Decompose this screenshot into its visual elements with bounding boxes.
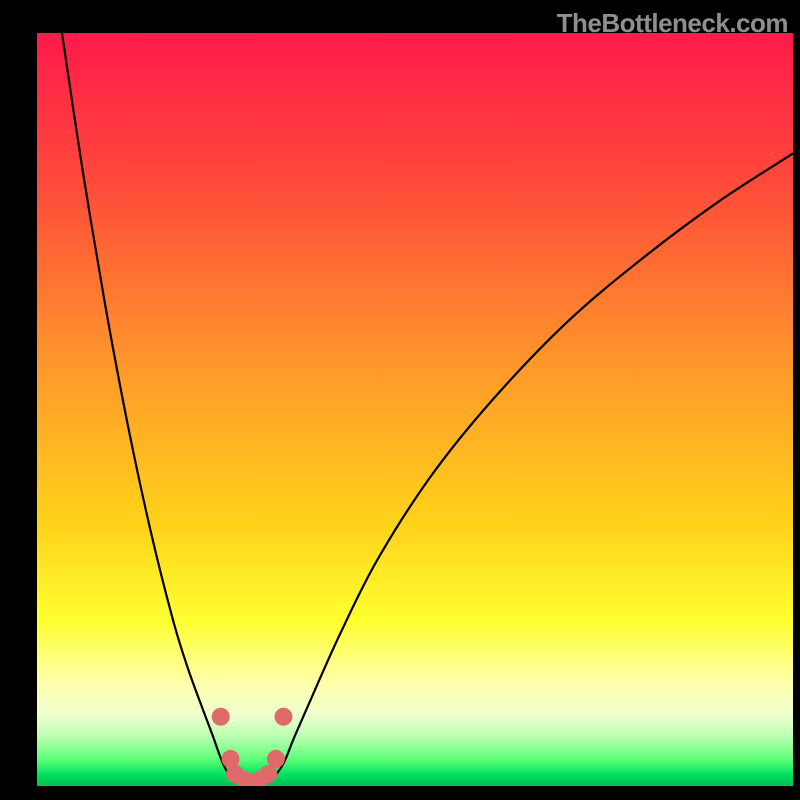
- watermark-text: TheBottleneck.com: [557, 8, 788, 39]
- heat-gradient-bg: [37, 33, 793, 786]
- curve-marker: [212, 708, 230, 726]
- chart-frame: TheBottleneck.com: [0, 0, 800, 800]
- chart-svg: [37, 33, 793, 786]
- curve-marker: [274, 708, 292, 726]
- curve-marker: [267, 750, 285, 768]
- chart-plot-area: [37, 33, 793, 786]
